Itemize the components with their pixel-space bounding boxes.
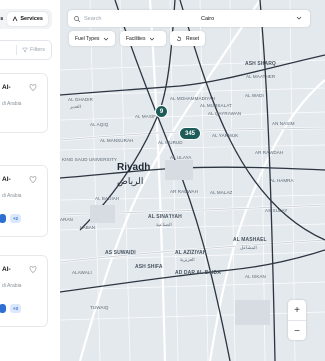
district-label: AL SINA'IYAH xyxy=(148,214,182,220)
district-label: ARAN xyxy=(60,217,73,222)
reset-button[interactable]: Reset xyxy=(170,31,205,46)
reset-icon xyxy=(176,35,182,41)
station-card-title: Al- xyxy=(2,176,11,183)
chevron-down-icon xyxy=(150,37,155,40)
station-card-title: Al- xyxy=(2,266,11,273)
filter-icon xyxy=(22,47,29,53)
more-fuel-types-chip: +2 xyxy=(10,214,21,223)
fuel-type-chip xyxy=(0,304,6,313)
chevron-down-icon xyxy=(104,37,109,40)
district-label: AL AQIQ xyxy=(90,122,109,127)
divider xyxy=(16,45,18,55)
district-label: AL ISKAN xyxy=(245,274,266,279)
district-label: AL MASHAEL xyxy=(233,237,267,243)
city-name-label: Riyadh xyxy=(117,162,151,173)
district-label: AR RABWAH xyxy=(170,189,198,194)
district-label: المشاعل xyxy=(240,245,257,250)
cluster-count: 9 xyxy=(159,108,164,115)
district-label: AL HAMRA xyxy=(270,178,294,183)
district-label: TUWAIQ xyxy=(90,305,109,310)
favorite-icon[interactable] xyxy=(29,266,37,273)
district-label: KING SAUD UNIVERSITY xyxy=(62,157,118,162)
station-card[interactable]: Al- di Arabia +3 xyxy=(0,255,48,327)
station-cluster-marker[interactable]: 345 xyxy=(179,127,201,140)
district-label: الصناعية xyxy=(156,222,172,227)
district-label: العزيزية xyxy=(180,257,195,262)
reset-label: Reset xyxy=(186,35,200,42)
facilities-dropdown[interactable]: Facilities xyxy=(120,31,166,46)
favorite-icon[interactable] xyxy=(29,176,37,183)
district-label: AS SULAY xyxy=(265,208,288,213)
search-placeholder: Search xyxy=(84,15,102,22)
district-label: AL YARMUK xyxy=(212,133,239,138)
station-card-subtitle: di Arabia xyxy=(2,101,22,107)
chevron-down-icon[interactable] xyxy=(296,15,302,21)
district-label: AL WURUD xyxy=(158,140,183,145)
results-panel: s Services Filters Al- di Arabia Al- di … xyxy=(0,0,60,361)
station-card[interactable]: Al- di Arabia xyxy=(0,73,48,133)
map-view[interactable]: Search Cairo Fuel Types Facilities Reset… xyxy=(60,0,325,361)
view-toggle: s Services xyxy=(0,9,52,29)
city-select-value[interactable]: Cairo xyxy=(201,16,214,22)
district-label: AL MAATHER xyxy=(246,74,276,79)
search-bar[interactable]: Search Cairo xyxy=(68,10,310,27)
zoom-control: + − xyxy=(288,300,306,340)
view-toggle-list-label: s xyxy=(0,16,4,22)
filters-button[interactable]: Filters xyxy=(0,40,52,60)
district-label: AL QAYRAWAN xyxy=(208,111,242,116)
zoom-in-button[interactable]: + xyxy=(288,300,306,320)
station-cluster-marker[interactable]: 9 xyxy=(155,105,168,118)
filters-label: Filters xyxy=(30,47,45,53)
cluster-count: 345 xyxy=(184,130,195,137)
district-label: AL MURSALAT xyxy=(200,103,232,108)
station-card-subtitle: di Arabia xyxy=(2,193,22,199)
district-label: AL GHADIR xyxy=(68,97,93,102)
district-label: AL MALAZ xyxy=(210,190,233,195)
view-toggle-list[interactable]: s xyxy=(0,16,3,22)
station-card[interactable]: Al- di Arabia +2 xyxy=(0,165,48,237)
fuel-types-label: Fuel Types xyxy=(75,35,100,42)
district-label: AL WADI xyxy=(245,93,264,98)
district-label: AS SUWAIDI xyxy=(105,250,136,256)
district-label: AL MANSURAH xyxy=(100,138,134,143)
district-label: ASH SHARQ xyxy=(245,61,276,67)
district-label: ASH SHIFA xyxy=(135,264,163,270)
city-name-arabic-label: الرياض xyxy=(117,176,144,186)
station-card-subtitle: di Arabia xyxy=(2,283,22,289)
district-label: AL BADIAH xyxy=(95,196,120,201)
station-card-title: Al- xyxy=(2,84,11,91)
search-icon xyxy=(74,15,80,22)
view-toggle-services-label: Services xyxy=(20,16,43,22)
district-label: AL MOHAMMADIYAH xyxy=(170,96,216,101)
services-icon xyxy=(13,16,18,22)
district-label: AN NASIM xyxy=(272,121,295,126)
district-label: AL AZIZIYAH xyxy=(175,250,207,256)
district-label: ALAWALI xyxy=(72,270,92,275)
facilities-label: Facilities xyxy=(126,35,146,42)
district-label: LABAN xyxy=(80,225,96,230)
district-label: AL MASIF xyxy=(135,114,157,119)
fuel-type-chip xyxy=(0,214,6,223)
more-fuel-types-chip: +3 xyxy=(10,304,21,313)
fuel-types-dropdown[interactable]: Fuel Types xyxy=(69,31,115,46)
district-label: AD DAR AL BAIDA xyxy=(175,270,221,276)
favorite-icon[interactable] xyxy=(29,84,37,91)
zoom-out-button[interactable]: − xyxy=(288,321,306,341)
district-label: AL ULAYA xyxy=(170,155,192,160)
view-toggle-services[interactable]: Services xyxy=(7,12,48,26)
district-label: AR RAWDAH xyxy=(255,150,284,155)
district-label: الغدير xyxy=(70,104,81,109)
